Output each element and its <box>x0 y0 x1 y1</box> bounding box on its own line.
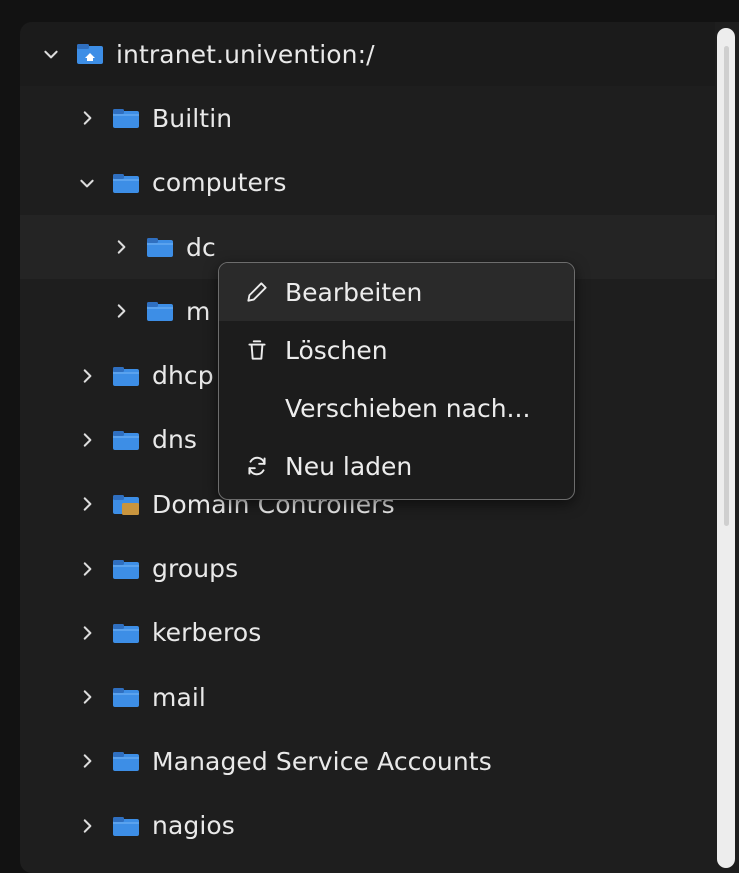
tree-row[interactable]: computers <box>20 151 715 215</box>
tree-label: Builtin <box>152 103 233 133</box>
tree-row[interactable]: nagios <box>20 794 715 858</box>
tree-label: Managed Service Accounts <box>152 746 492 776</box>
scrollbar-thumb[interactable] <box>724 46 729 526</box>
folder-icon <box>112 107 140 129</box>
menu-item-label: Neu laden <box>285 451 413 481</box>
context-menu: Bearbeiten Löschen Verschieben nach... Neu … <box>218 262 575 500</box>
tree-row[interactable]: kerberos <box>20 601 715 665</box>
chevron-right-icon[interactable] <box>110 300 132 322</box>
domain-folder-icon <box>76 43 104 65</box>
chevron-right-icon[interactable] <box>76 686 98 708</box>
tree-label: groups <box>152 554 239 584</box>
tree-row[interactable]: groups <box>20 536 715 600</box>
folder-icon <box>112 815 140 837</box>
menu-item-verschieben-nach[interactable]: Verschieben nach... <box>219 379 574 437</box>
menu-item-löschen[interactable]: Löschen <box>219 321 574 379</box>
chevron-right-icon[interactable] <box>76 815 98 837</box>
special-folder-icon <box>112 493 140 516</box>
folder-icon <box>112 622 140 644</box>
chevron-right-icon[interactable] <box>76 107 98 129</box>
folder-icon <box>112 558 140 580</box>
tree-row[interactable]: mail <box>20 665 715 729</box>
menu-item-label: Verschieben nach... <box>285 393 531 423</box>
menu-item-neu-laden[interactable]: Neu laden <box>219 437 574 495</box>
folder-icon <box>112 365 140 387</box>
folder-icon <box>146 236 174 258</box>
menu-item-label: Bearbeiten <box>285 277 423 307</box>
folder-icon <box>146 300 174 322</box>
chevron-right-icon[interactable] <box>76 365 98 387</box>
tree-label: mail <box>152 682 206 712</box>
menu-item-bearbeiten[interactable]: Bearbeiten <box>219 263 574 321</box>
refresh-icon <box>243 452 271 480</box>
folder-icon <box>112 172 140 194</box>
tree-label: dc <box>186 232 216 262</box>
chevron-down-icon[interactable] <box>40 43 62 65</box>
tree-label: dns <box>152 425 198 455</box>
chevron-right-icon[interactable] <box>76 750 98 772</box>
pencil-icon <box>243 278 271 306</box>
chevron-right-icon[interactable] <box>76 558 98 580</box>
menu-item-label: Löschen <box>285 335 388 365</box>
tree-label: kerberos <box>152 618 262 648</box>
chevron-right-icon[interactable] <box>76 429 98 451</box>
folder-icon <box>112 686 140 708</box>
tree-label: computers <box>152 168 287 198</box>
tree-row[interactable]: Builtin <box>20 86 715 150</box>
folder-icon <box>112 750 140 772</box>
tree-row[interactable]: Managed Service Accounts <box>20 729 715 793</box>
chevron-right-icon[interactable] <box>110 236 132 258</box>
tree-label: nagios <box>152 811 235 841</box>
tree-label: m <box>186 296 211 326</box>
tree-label: intranet.univention:/ <box>116 39 375 69</box>
trash-icon <box>243 336 271 364</box>
chevron-right-icon[interactable] <box>76 493 98 515</box>
folder-icon <box>112 429 140 451</box>
tree-label: dhcp <box>152 361 214 391</box>
chevron-down-icon[interactable] <box>76 172 98 194</box>
tree-row-root[interactable]: intranet.univention:/ <box>20 22 715 87</box>
chevron-right-icon[interactable] <box>76 622 98 644</box>
vertical-scrollbar[interactable] <box>717 28 735 868</box>
